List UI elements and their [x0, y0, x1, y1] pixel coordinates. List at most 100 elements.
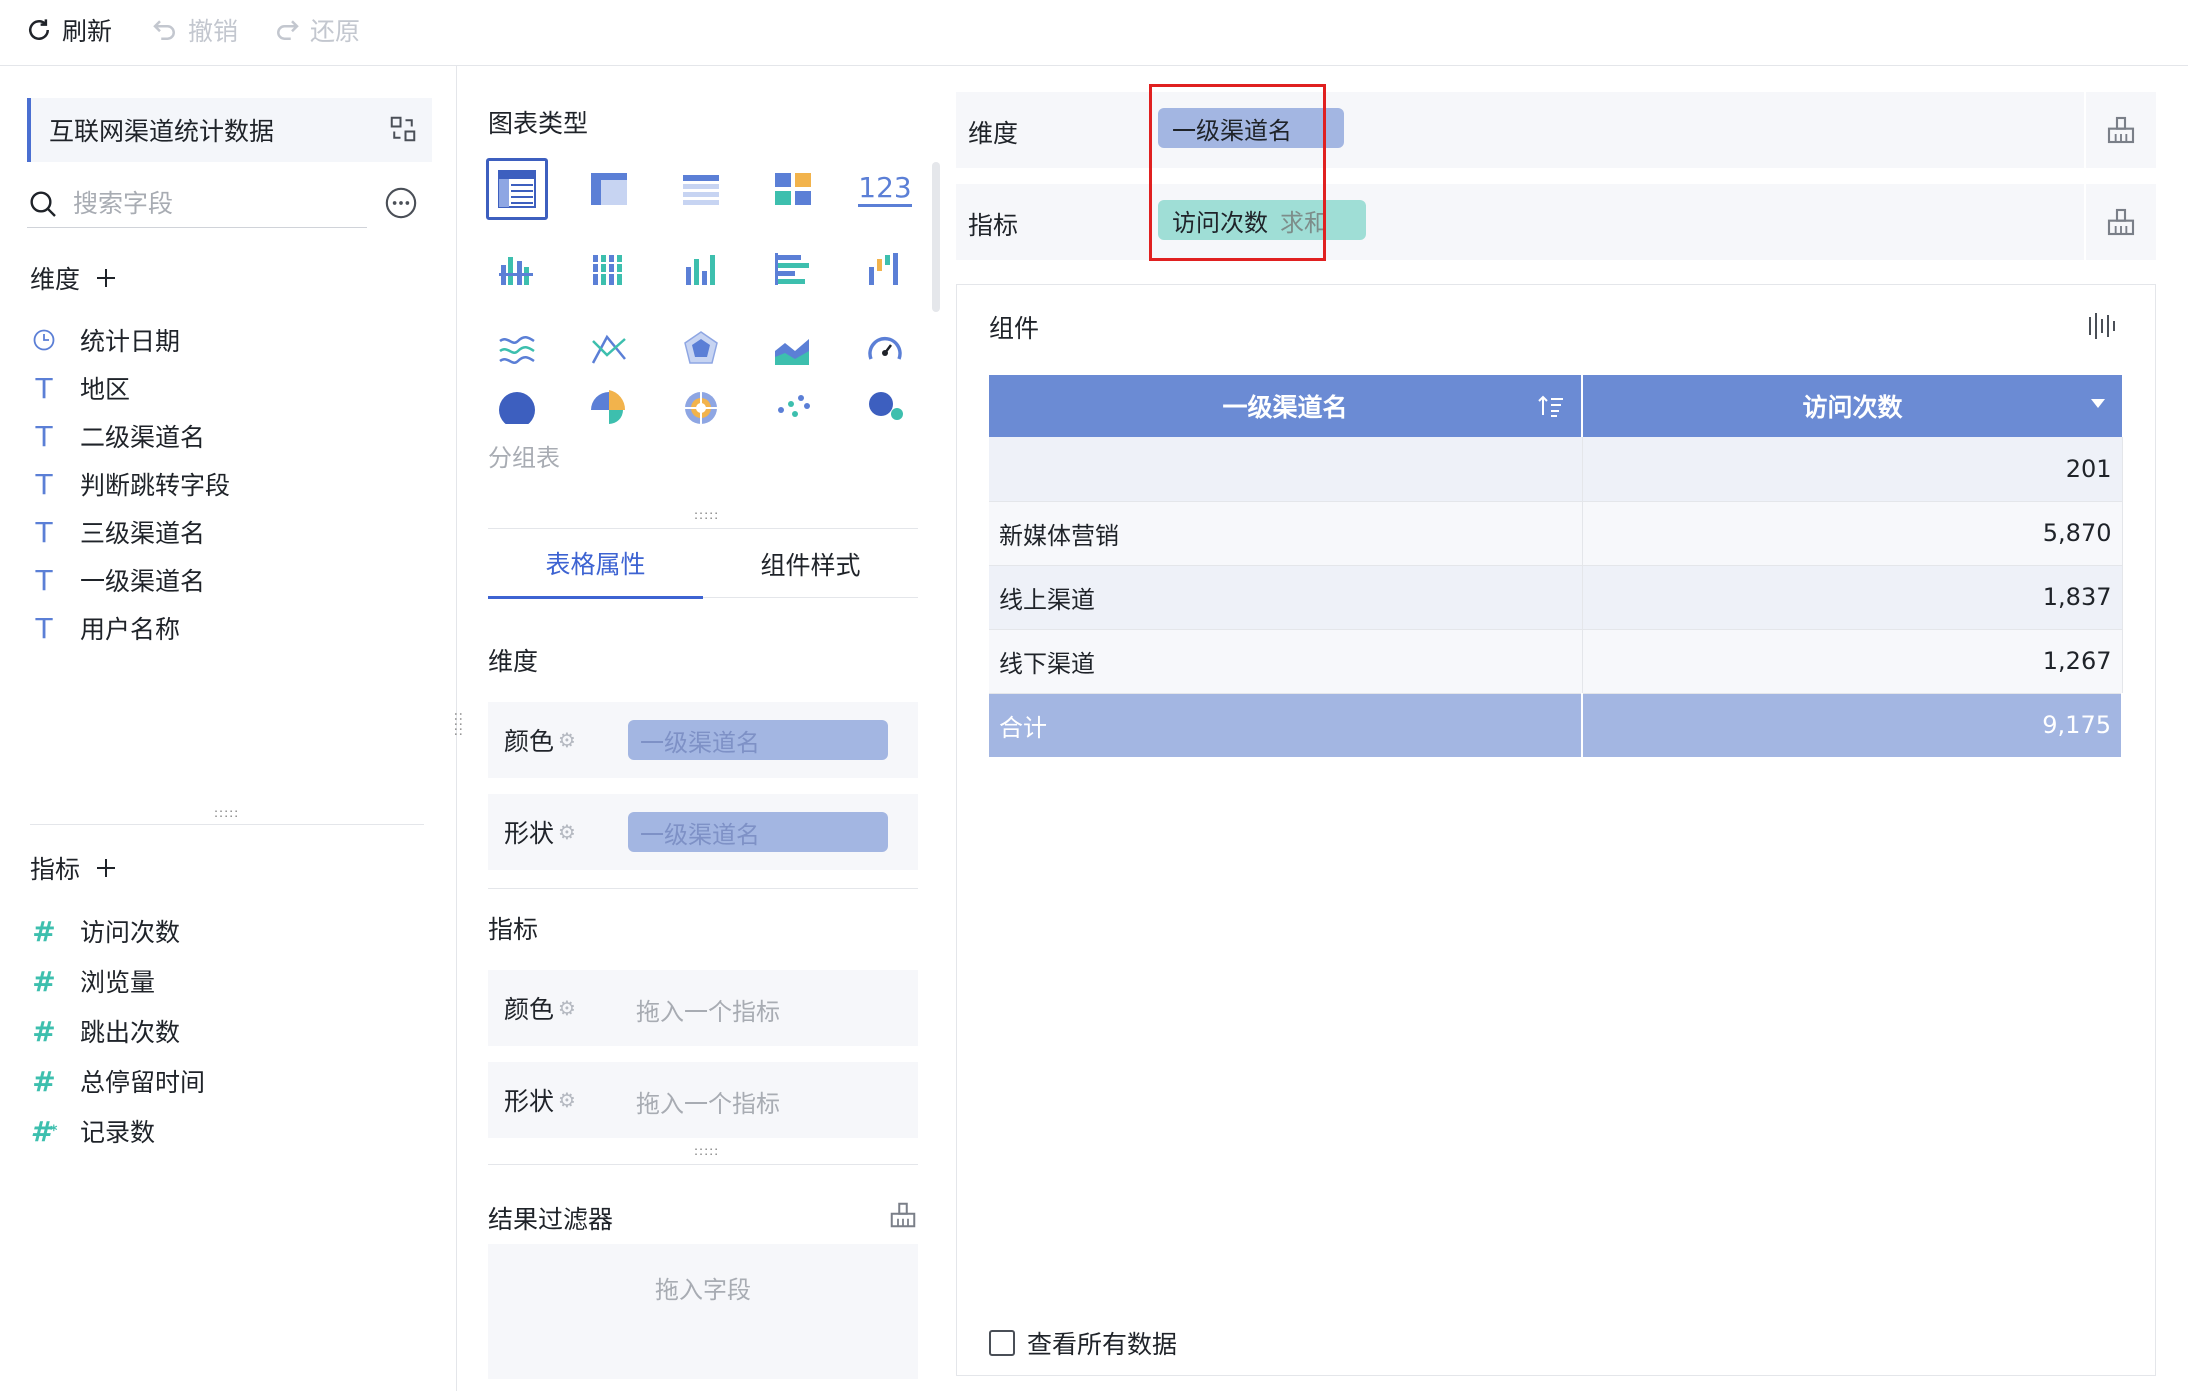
dimension-field-item[interactable]: T 二级渠道名	[30, 412, 230, 460]
area-chart-icon[interactable]	[762, 318, 824, 380]
table-row[interactable]: 线上渠道 1,837	[989, 565, 2123, 630]
gauge-chart-icon[interactable]	[854, 318, 916, 380]
clear-brush-icon[interactable]	[888, 1200, 918, 1230]
tab-table-properties[interactable]: 表格属性	[488, 529, 703, 599]
bar-chart-icon[interactable]	[762, 238, 824, 300]
filter-drop-hint: 拖入字段	[655, 1276, 751, 1304]
table-total-row: 合计 9,175	[989, 693, 2123, 757]
gear-icon[interactable]: ⚙	[558, 820, 576, 844]
tab-component-style[interactable]: 组件样式	[703, 529, 918, 599]
undo-button[interactable]: 撤销	[150, 12, 238, 48]
column-header-label: 访问次数	[1802, 393, 1903, 422]
indicator-card-chart-icon[interactable]: 123	[854, 158, 916, 220]
resize-handle-icon[interactable]: :::::	[214, 806, 239, 820]
line-chart-icon[interactable]	[486, 318, 548, 380]
dropdown-arrow-icon[interactable]	[2090, 397, 2106, 409]
column-header-channel[interactable]: 一级渠道名	[989, 375, 1583, 437]
measure-color-slot[interactable]: 颜色 ⚙ 拖入一个指标	[488, 970, 918, 1046]
column-header-visits[interactable]: 访问次数	[1582, 375, 2122, 437]
dimension-color-pill[interactable]: 一级渠道名	[628, 720, 888, 760]
waterfall-chart-icon[interactable]	[854, 238, 916, 300]
clear-brush-icon	[2105, 114, 2137, 146]
kpi-card-chart-icon[interactable]	[762, 158, 824, 220]
dimension-field-item[interactable]: T 一级渠道名	[30, 556, 230, 604]
chart-type-tooltip: 分组表	[488, 444, 560, 472]
dimension-field-item[interactable]: T 三级渠道名	[30, 508, 230, 556]
grouped-table-chart-icon[interactable]	[486, 158, 548, 220]
text-type-icon: T	[35, 515, 53, 549]
gear-icon[interactable]: ⚙	[558, 728, 576, 752]
dimension-field-item[interactable]: 统计日期	[30, 316, 230, 364]
measure-shape-slot[interactable]: 形状 ⚙ 拖入一个指标	[488, 1062, 918, 1138]
checkbox-icon[interactable]	[989, 1330, 1015, 1356]
measure-field-item[interactable]: # 访问次数	[30, 906, 205, 956]
text-type-icon: T	[35, 563, 53, 597]
gear-icon[interactable]: ⚙	[558, 996, 576, 1020]
add-measure-icon[interactable]	[94, 856, 118, 880]
dimension-shelf-clear[interactable]	[2084, 92, 2156, 168]
refresh-button[interactable]: 刷新	[24, 12, 112, 48]
cross-line-chart-icon[interactable]	[578, 318, 640, 380]
sunburst-chart-icon[interactable]	[670, 384, 732, 424]
color-label: 颜色	[504, 995, 555, 1024]
search-input[interactable]	[73, 189, 343, 218]
gear-icon[interactable]: ⚙	[558, 1088, 576, 1112]
grouped-table: 一级渠道名 访问次数 201 新媒体营销 5,870 线上渠道 1,837 线下…	[989, 375, 2123, 757]
component-preview: 组件 一级渠道名 访问次数 201 新媒体营销 5,870 线上渠道 1,837…	[956, 284, 2156, 1376]
scatter-chart-icon[interactable]	[762, 384, 824, 424]
dataset-selector[interactable]: 互联网渠道统计数据	[27, 98, 432, 162]
redo-button[interactable]: 还原	[272, 12, 360, 48]
pie-chart-icon[interactable]	[486, 384, 548, 424]
panel-divider	[30, 824, 424, 825]
measure-field-item[interactable]: # 跳出次数	[30, 1006, 205, 1056]
field-panel: 互联网渠道统计数据 维度 统计日期 T 地区 T 二级渠道名	[0, 66, 457, 1391]
chart-toggle-icon[interactable]	[2087, 311, 2119, 341]
shape-label: 形状	[504, 819, 555, 848]
stacked-column-chart-icon[interactable]	[578, 238, 640, 300]
text-type-icon: T	[35, 371, 53, 405]
table-cell: 1,837	[1582, 565, 2123, 630]
dimension-shape-pill[interactable]: 一级渠道名	[628, 812, 888, 852]
table-row[interactable]: 线下渠道 1,267	[989, 629, 2123, 694]
table-row[interactable]: 201	[989, 437, 2123, 502]
dimension-color-slot[interactable]: 颜色 ⚙ 一级渠道名	[488, 702, 918, 778]
bubble-chart-icon[interactable]	[854, 384, 916, 424]
grouped-bar-chart-icon[interactable]	[486, 238, 548, 300]
result-filter-drop-zone[interactable]: 拖入字段	[488, 1244, 918, 1379]
table-row[interactable]: 新媒体营销 5,870	[989, 501, 2123, 566]
section-divider	[488, 888, 918, 889]
text-type-icon: T	[35, 611, 53, 645]
measure-field-item[interactable]: # 总停留时间	[30, 1056, 205, 1106]
dimension-field-item[interactable]: T 地区	[30, 364, 230, 412]
measure-field-item[interactable]: # * 记录数	[30, 1106, 205, 1156]
detail-table-chart-icon[interactable]	[670, 158, 732, 220]
measure-shape-drop-hint: 拖入一个指标	[636, 1090, 780, 1118]
sort-icon[interactable]	[1537, 393, 1565, 419]
dimension-field-item[interactable]: T 判断跳转字段	[30, 460, 230, 508]
dimension-shape-slot[interactable]: 形状 ⚙ 一级渠道名	[488, 794, 918, 870]
more-options-icon[interactable]	[384, 186, 418, 220]
color-label: 颜色	[504, 727, 555, 756]
rose-chart-icon[interactable]	[578, 384, 640, 424]
add-dimension-icon[interactable]	[94, 266, 118, 290]
resize-handle-icon[interactable]: :::::	[694, 508, 719, 522]
measure-shelf[interactable]: 指标 访问次数 求和	[956, 184, 2156, 260]
dimension-shelf[interactable]: 维度 一级渠道名	[956, 92, 2156, 168]
switch-dataset-icon[interactable]	[388, 114, 418, 144]
radar-chart-icon[interactable]	[670, 318, 732, 380]
view-all-data-checkbox[interactable]: 查看所有数据	[989, 1325, 1177, 1361]
pivot-table-chart-icon[interactable]	[578, 158, 640, 220]
field-label: 一级渠道名	[80, 567, 206, 596]
field-label: 记录数	[80, 1118, 156, 1147]
chart-type-scrollbar[interactable]	[932, 162, 940, 312]
clock-icon	[30, 328, 58, 352]
resize-handle-icon[interactable]: :::::	[694, 1144, 719, 1158]
table-cell: 线下渠道	[989, 629, 1583, 694]
measure-shelf-clear[interactable]	[2084, 184, 2156, 260]
field-search[interactable]	[27, 180, 367, 228]
dimension-field-item[interactable]: T 用户名称	[30, 604, 230, 652]
measure-field-item[interactable]: # 浏览量	[30, 956, 205, 1006]
field-label: 跳出次数	[80, 1018, 181, 1047]
top-toolbar: 刷新 撤销 还原	[0, 0, 2188, 66]
column-chart-icon[interactable]	[670, 238, 732, 300]
